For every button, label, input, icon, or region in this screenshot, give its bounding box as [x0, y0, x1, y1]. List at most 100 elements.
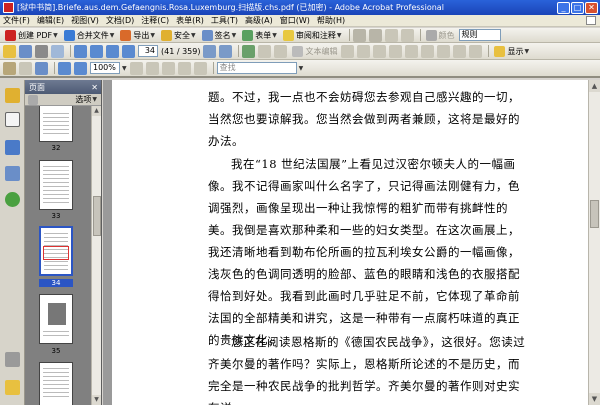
text-edit-button[interactable]: 文本编辑 [290, 45, 339, 58]
pages-panel-header: 页面 ✕ [25, 80, 101, 94]
next-view-icon[interactable] [219, 44, 233, 58]
page-thumbnail-selected[interactable] [39, 226, 73, 276]
menu-advanced[interactable]: 高级(A) [245, 15, 273, 26]
page-thumbnail[interactable] [39, 362, 73, 405]
document-view[interactable]: 题。不过，我一点也不会妨碍您去参观自己感兴趣的一切，当然您也要谅解我。您当然会做… [103, 80, 588, 405]
zoom-in-icon[interactable] [74, 61, 87, 75]
find-dropdown-icon[interactable]: ▼ [299, 65, 304, 72]
mode-select[interactable]: 规则 [458, 29, 501, 41]
line-icon[interactable] [405, 44, 419, 58]
rotate-view-icon[interactable] [193, 61, 207, 75]
forms-button[interactable]: 表单 ▼ [240, 29, 279, 42]
scrollbar-thumb[interactable] [93, 196, 101, 236]
text-edit-label: 文本编辑 [305, 46, 338, 56]
lock-icon[interactable] [5, 88, 20, 103]
pencil-icon[interactable] [389, 44, 403, 58]
rotate-icon[interactable] [242, 44, 256, 58]
delete-page-icon[interactable] [28, 94, 38, 105]
print-icon[interactable] [35, 44, 48, 58]
close-panel-icon[interactable]: ✕ [91, 83, 98, 92]
rectangle-icon[interactable] [437, 44, 451, 58]
tasks-toolbar: 创建 PDF ▼ 合并文件 ▼ 导出 ▼ 安全 ▼ 签名 ▼ 表单 ▼ 审阅和注… [0, 28, 600, 43]
menu-close-doc-icon[interactable] [586, 16, 596, 25]
crop-icon[interactable] [258, 44, 272, 58]
hand-tool-icon[interactable] [3, 61, 16, 75]
next-page-icon[interactable] [106, 44, 119, 58]
select-tool-icon[interactable] [19, 61, 32, 75]
minimize-icon[interactable]: _ [557, 1, 570, 14]
pages-icon[interactable] [5, 112, 20, 127]
menu-help[interactable]: 帮助(H) [317, 15, 345, 26]
highlight-icon[interactable] [341, 44, 355, 58]
zoom-dropdown-icon[interactable]: ▼ [122, 65, 127, 72]
fit-width-icon[interactable] [161, 61, 175, 75]
undo-icon[interactable] [352, 28, 366, 42]
menu-document[interactable]: 文档(D) [106, 15, 134, 26]
chevron-down-icon: ▼ [150, 31, 156, 39]
oval-icon[interactable] [453, 44, 467, 58]
scroll-up-icon[interactable]: ▲ [589, 80, 600, 92]
close-icon[interactable]: ✕ [585, 1, 598, 14]
zoom-out-icon[interactable] [58, 61, 71, 75]
scroll-down-icon[interactable]: ▼ [92, 395, 101, 405]
zoom-in-tool-icon[interactable] [35, 61, 48, 75]
find-input[interactable]: 查找 [216, 62, 297, 74]
thumbnail-label: 33 [51, 212, 61, 220]
email-icon[interactable] [51, 44, 64, 58]
sign-button[interactable]: 签名 ▼ [200, 29, 239, 42]
arrow-icon[interactable] [421, 44, 435, 58]
page-thumbnail[interactable] [39, 294, 73, 344]
scroll-up-icon[interactable]: ▲ [92, 106, 101, 116]
polygon-icon[interactable] [469, 44, 483, 58]
callout-icon[interactable] [357, 44, 371, 58]
scroll-down-icon[interactable]: ▼ [589, 393, 600, 405]
menu-window[interactable]: 窗口(W) [280, 15, 310, 26]
view-region-box[interactable] [43, 246, 69, 260]
page-thumbnail[interactable] [39, 106, 73, 142]
open-folder-icon[interactable] [3, 44, 16, 58]
menu-edit[interactable]: 编辑(E) [37, 15, 64, 26]
menu-comments[interactable]: 注释(C) [141, 15, 169, 26]
actual-size-icon[interactable] [129, 61, 143, 75]
previous-view-icon[interactable] [203, 44, 217, 58]
form-icon [242, 29, 254, 41]
menu-tools[interactable]: 工具(T) [211, 15, 238, 26]
first-page-icon[interactable] [74, 44, 87, 58]
options-menu[interactable]: 选项 [75, 94, 91, 105]
document-scrollbar[interactable]: ▲ ▼ [588, 80, 600, 405]
page-thumbnail[interactable] [39, 160, 73, 210]
select-text-icon[interactable] [274, 44, 288, 58]
signatures-icon[interactable] [5, 166, 20, 181]
review-comment-button[interactable]: 审阅和注释 ▼ [281, 29, 344, 42]
maximize-icon[interactable]: □ [571, 1, 584, 14]
textbox-icon[interactable] [373, 44, 387, 58]
zoom-input[interactable]: 100% [90, 62, 120, 74]
menu-file[interactable]: 文件(F) [3, 15, 30, 26]
fit-page-icon[interactable] [145, 61, 159, 75]
hand-stamp-icon[interactable] [384, 28, 398, 42]
menu-view[interactable]: 视图(V) [71, 15, 99, 26]
thumbnail-scrollbar[interactable]: ▲ ▼ [91, 106, 101, 405]
attach-icon[interactable] [400, 28, 414, 42]
export-button[interactable]: 导出 ▼ [118, 29, 157, 42]
create-pdf-button[interactable]: 创建 PDF ▼ [3, 29, 60, 42]
secure-button[interactable]: 安全 ▼ [159, 29, 198, 42]
help-icon[interactable] [5, 192, 20, 207]
review-comment-label: 审阅和注释 [295, 30, 336, 40]
attachment-icon[interactable] [5, 352, 20, 367]
redo-icon[interactable] [368, 28, 382, 42]
reflow-icon[interactable] [177, 61, 191, 75]
thumbnail-label: 34 [39, 279, 73, 287]
toolbar-separator [54, 62, 55, 74]
previous-page-icon[interactable] [90, 44, 103, 58]
bookmarks-icon[interactable] [5, 140, 20, 155]
combine-files-button[interactable]: 合并文件 ▼ [62, 29, 117, 42]
show-button[interactable]: 显示 ▼ [492, 45, 531, 58]
scrollbar-thumb[interactable] [590, 200, 599, 228]
color-control[interactable]: 颜色 [424, 29, 457, 42]
last-page-icon[interactable] [122, 44, 135, 58]
comments-icon[interactable] [5, 380, 20, 395]
page-number-input[interactable]: 34 [138, 45, 158, 57]
menu-forms[interactable]: 表单(R) [176, 15, 204, 26]
save-icon[interactable] [19, 44, 32, 58]
